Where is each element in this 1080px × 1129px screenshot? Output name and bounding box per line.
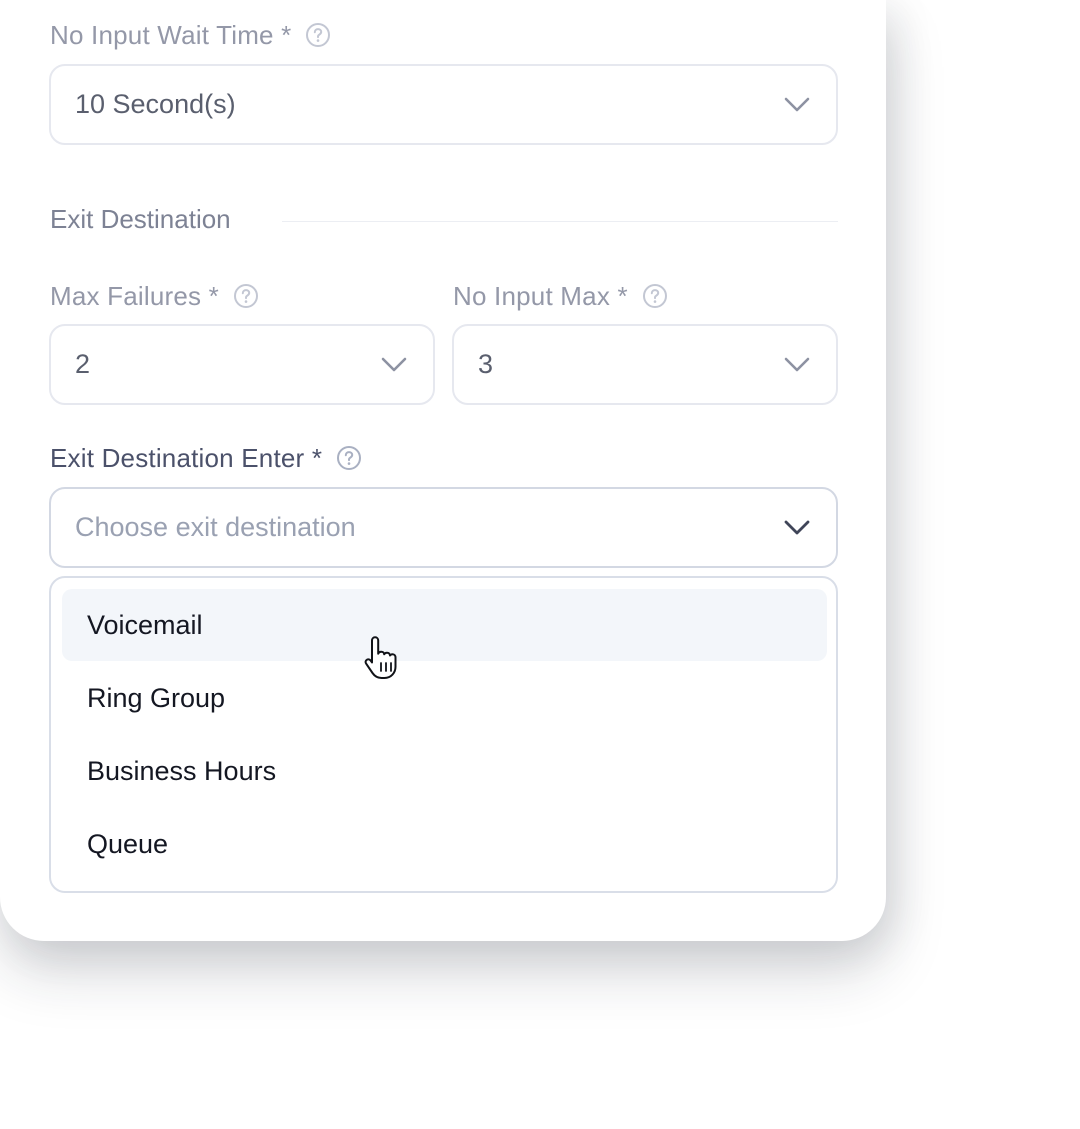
settings-card: No Input Wait Time * 10 Second(s) Exit D…: [0, 0, 886, 941]
chevron-down-icon: [784, 357, 810, 371]
section-divider: [282, 221, 838, 222]
option-label: Queue: [87, 828, 169, 859]
chevron-down-icon: [381, 357, 407, 371]
option-label: Business Hours: [87, 755, 277, 786]
dropdown-option-ring-group[interactable]: Ring Group: [62, 662, 827, 734]
max-failures-label: Max Failures *: [50, 280, 219, 311]
no-input-wait-time-select[interactable]: 10 Second(s): [49, 64, 838, 145]
no-input-wait-time-value: 10 Second(s): [75, 89, 236, 119]
max-failures-label-group: Max Failures *: [50, 279, 259, 313]
dropdown-option-queue[interactable]: Queue: [62, 808, 827, 880]
hand-pointer-icon: [364, 636, 397, 679]
no-input-max-select[interactable]: 3: [452, 324, 838, 405]
help-icon[interactable]: [305, 22, 331, 48]
page: No Input Wait Time * 10 Second(s) Exit D…: [0, 0, 1080, 1129]
no-input-max-label-group: No Input Max *: [453, 279, 668, 313]
exit-destination-section-title: Exit Destination: [50, 204, 231, 234]
exit-destination-enter-label-group: Exit Destination Enter *: [50, 441, 362, 475]
exit-destination-dropdown-menu: Voicemail Ring Group Business Hours Queu…: [49, 576, 838, 893]
exit-destination-enter-label: Exit Destination Enter *: [50, 442, 323, 473]
option-label: Voicemail: [87, 609, 203, 640]
chevron-down-icon: [784, 97, 810, 111]
help-icon[interactable]: [642, 283, 668, 309]
no-input-wait-time-label-group: No Input Wait Time *: [50, 18, 331, 52]
dropdown-option-voicemail[interactable]: Voicemail: [62, 589, 827, 661]
no-input-wait-time-label: No Input Wait Time *: [50, 19, 292, 50]
exit-destination-select[interactable]: Choose exit destination: [49, 487, 838, 568]
chevron-down-icon: [784, 520, 810, 534]
help-icon[interactable]: [233, 283, 259, 309]
dropdown-option-business-hours[interactable]: Business Hours: [62, 735, 827, 807]
max-failures-select[interactable]: 2: [49, 324, 435, 405]
max-failures-value: 2: [75, 349, 91, 379]
exit-destination-placeholder: Choose exit destination: [75, 512, 356, 542]
no-input-max-label: No Input Max *: [453, 280, 628, 311]
help-icon[interactable]: [336, 445, 362, 471]
option-label: Ring Group: [87, 682, 226, 713]
no-input-max-value: 3: [478, 349, 494, 379]
